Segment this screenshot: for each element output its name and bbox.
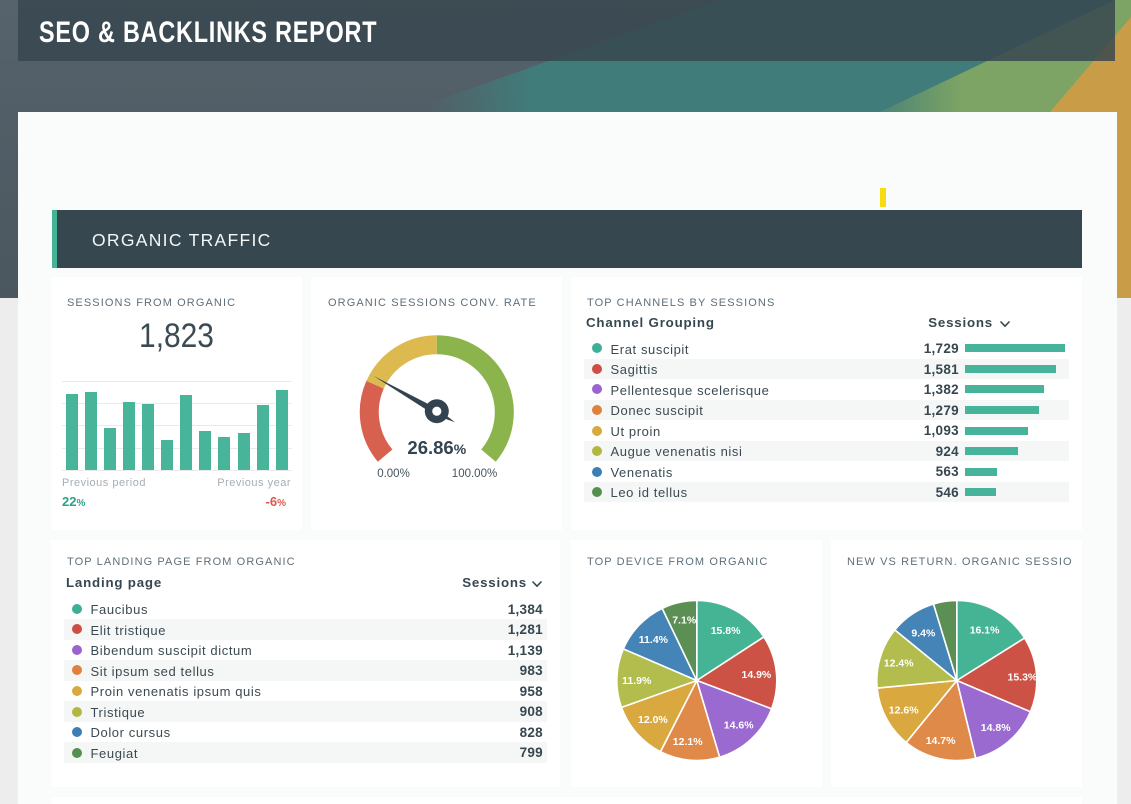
svg-text:11.9%: 11.9% — [622, 675, 652, 687]
svg-text:16.1%: 16.1% — [970, 624, 1000, 636]
svg-text:15.3%: 15.3% — [1008, 671, 1038, 683]
svg-text:14.7%: 14.7% — [926, 735, 956, 747]
svg-text:0.00%: 0.00% — [377, 468, 410, 480]
svg-text:14.9%: 14.9% — [742, 669, 772, 681]
svg-text:26.86%: 26.86% — [407, 437, 466, 458]
svg-text:12.1%: 12.1% — [673, 736, 703, 748]
svg-text:9.4%: 9.4% — [911, 627, 936, 639]
svg-text:15.8%: 15.8% — [711, 625, 741, 637]
svg-text:12.6%: 12.6% — [889, 705, 919, 717]
svg-text:7.1%: 7.1% — [672, 615, 697, 627]
svg-text:11.4%: 11.4% — [639, 634, 669, 646]
svg-text:14.6%: 14.6% — [724, 719, 754, 731]
svg-text:100.00%: 100.00% — [452, 468, 497, 480]
svg-text:12.0%: 12.0% — [638, 714, 668, 726]
svg-text:14.8%: 14.8% — [981, 722, 1011, 734]
svg-text:12.4%: 12.4% — [884, 658, 914, 670]
